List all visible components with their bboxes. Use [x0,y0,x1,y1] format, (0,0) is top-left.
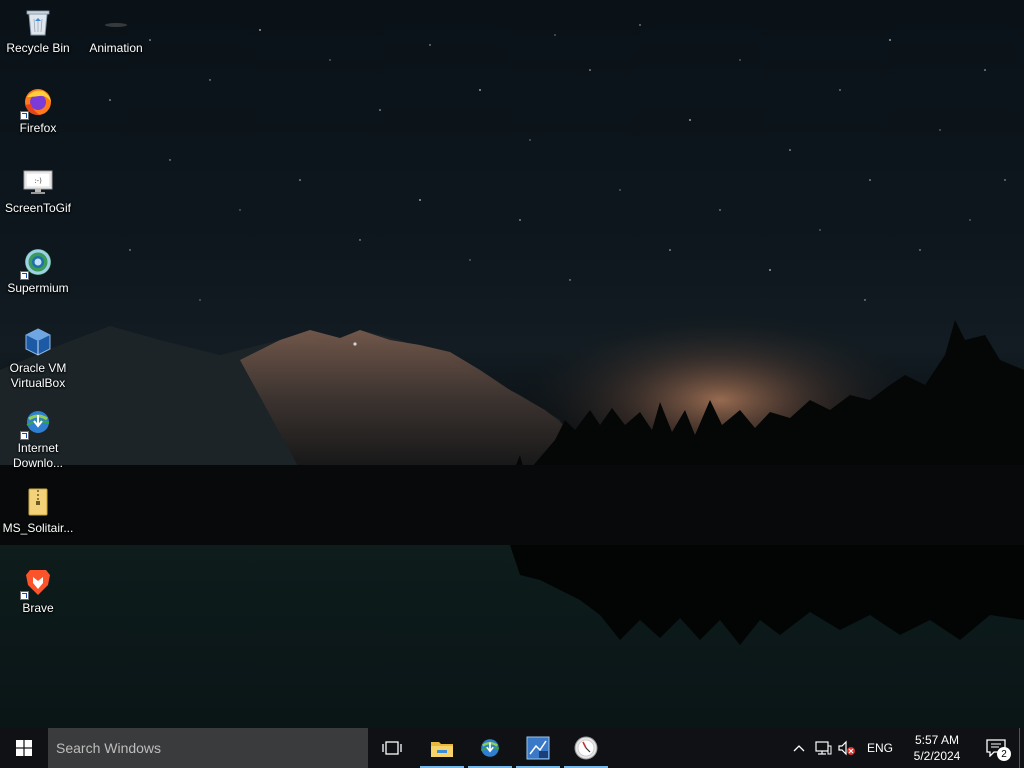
shortcut-arrow-icon [20,271,29,280]
desktop-icon-label: Animation [89,41,143,55]
start-button[interactable] [0,728,48,768]
volume-muted-icon [838,740,855,756]
shore [0,465,1024,550]
desktop-icon-screentogif[interactable]: :-) ScreenToGif [0,166,76,216]
wallpaper [0,24,1024,728]
desktop-icon-animation[interactable]: Animation [78,6,154,56]
taskbar-clock-app[interactable] [562,728,610,768]
clock[interactable]: 5:57 AM 5/2/2024 [901,732,973,764]
desktop-icon-label: Internet Downlo... [12,441,64,470]
xp-app-icon [526,736,550,760]
shortcut-arrow-icon [20,591,29,600]
blank-file-icon [100,6,132,38]
taskbar-file-explorer[interactable] [418,728,466,768]
task-view-button[interactable] [368,728,416,768]
desktop-icon-virtualbox[interactable]: Oracle VM VirtualBox [0,326,76,391]
internet-download-manager-icon [20,406,54,440]
system-tray: ENG 5:57 AM 5/2/2024 2 [787,728,1024,768]
network-icon [815,741,832,755]
chevron-up-icon [793,745,805,752]
clock-time: 5:57 AM [914,733,960,747]
volume-button[interactable] [835,728,859,768]
desktop-icon-label: Oracle VM VirtualBox [9,361,67,390]
shortcut-arrow-icon [20,111,29,120]
notification-count-badge: 2 [997,747,1011,761]
taskbar: Search Windows ENG 5:57 AM 5/2/2024 2 [0,728,1024,768]
desktop-icon-internet-download-manager[interactable]: Internet Downlo... [0,406,76,471]
language-indicator[interactable]: ENG [859,741,901,755]
search-input[interactable]: Search Windows [48,728,368,768]
virtualbox-icon [22,326,54,358]
desktop-icon-ms-solitaire[interactable]: MS_Solitair... [0,486,76,536]
firefox-icon [20,86,54,120]
task-view-icon [382,741,402,755]
show-hidden-icons-button[interactable] [787,728,811,768]
desktop-icon-label: MS_Solitair... [2,521,74,535]
show-desktop-button[interactable] [1019,728,1024,768]
desktop[interactable]: Recycle Bin Animation Firefox :-) Screen… [0,0,1024,728]
action-center-button[interactable]: 2 [973,728,1019,768]
svg-text::-): :-) [34,177,42,185]
internet-download-manager-icon [480,739,500,757]
desktop-icon-label: Recycle Bin [6,41,70,55]
screentogif-icon: :-) [22,166,54,198]
desktop-icon-label: Brave [22,601,54,615]
windows-logo-icon [16,740,32,756]
desktop-icon-supermium[interactable]: Supermium [0,246,76,296]
file-explorer-icon [431,742,453,757]
clock-app-icon [574,736,598,760]
desktop-icon-label: Supermium [7,281,69,295]
desktop-icon-firefox[interactable]: Firefox [0,86,76,136]
desktop-icon-label: Firefox [19,121,57,135]
supermium-icon [20,246,54,280]
taskbar-xp-app[interactable] [514,728,562,768]
brave-icon [20,566,54,600]
desktop-icon-brave[interactable]: Brave [0,566,76,616]
taskbar-internet-download-manager[interactable] [466,728,514,768]
shortcut-arrow-icon [20,431,29,440]
folder-zip-icon [22,486,54,518]
network-button[interactable] [811,728,835,768]
clock-date: 5/2/2024 [913,749,961,763]
mountain-lit [240,330,570,470]
stars [109,24,1006,346]
desktop-icon-label: ScreenToGif [4,201,72,215]
search-placeholder: Search Windows [56,740,162,756]
recycle-bin-icon [22,6,54,38]
desktop-icon-recycle-bin[interactable]: Recycle Bin [0,6,76,56]
